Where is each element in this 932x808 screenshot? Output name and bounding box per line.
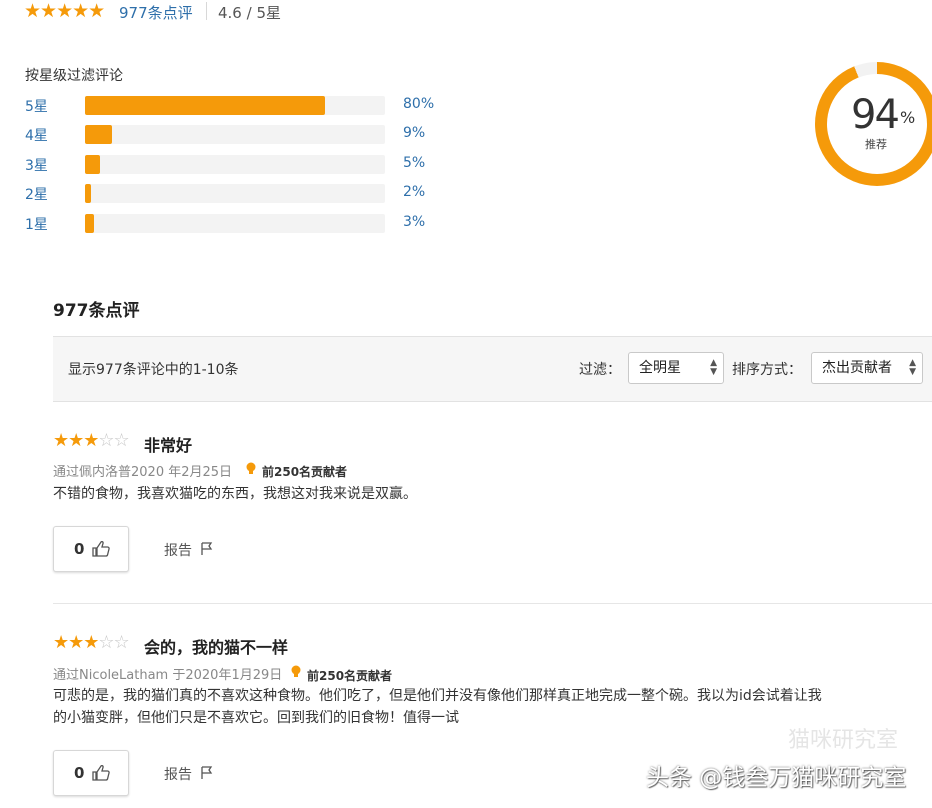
review-stars: ★★★☆☆ xyxy=(53,632,130,653)
star-filter-bar[interactable] xyxy=(85,96,385,115)
select-caret-icon: ▲ ▼ xyxy=(909,358,916,377)
review-divider xyxy=(53,603,932,604)
report-link[interactable]: 报告 xyxy=(164,764,192,784)
contributor-badge: 前250名贡献者 xyxy=(307,669,393,683)
summary-divider xyxy=(206,2,207,20)
star-filter-percent[interactable]: 2% xyxy=(403,184,425,200)
star-filter-percent[interactable]: 9% xyxy=(403,125,425,141)
review-meta: 通过佩内洛普2020 年2月25日 xyxy=(53,465,233,480)
star-filter-bar-fill xyxy=(85,96,325,115)
reviews-title: 977条点评 xyxy=(53,301,140,321)
reviews-toolbar: 显示977条评论中的1-10条 过滤： 全明星 ▲ ▼ 排序方式： 杰出贡献者 ▲… xyxy=(53,336,932,402)
contributor-badge: 前250名贡献者 xyxy=(262,465,348,479)
helpful-button[interactable]: 0 xyxy=(53,750,129,796)
star-filter-bar[interactable] xyxy=(85,214,385,233)
star-filter-bar[interactable] xyxy=(85,155,385,174)
review-meta: 通过NicoleLatham 于2020年1月29日 xyxy=(53,668,283,683)
flag-icon[interactable] xyxy=(201,542,213,556)
star-filter-bar[interactable] xyxy=(85,184,385,203)
star-filter-bar-fill xyxy=(85,184,91,203)
showing-text: 显示977条评论中的1-10条 xyxy=(68,362,239,378)
review-title: 非常好 xyxy=(144,436,193,455)
review-title: 会的，我的猫不一样 xyxy=(144,638,289,657)
summary-stars: ★★★★★ xyxy=(24,0,105,22)
watermark-faint: 猫咪研究室 xyxy=(788,728,899,753)
recommend-unit: % xyxy=(900,108,916,127)
rating-text: 4.6 / 5星 xyxy=(218,4,281,22)
flag-icon[interactable] xyxy=(201,766,213,780)
sort-select[interactable]: 杰出贡献者 ▲ ▼ xyxy=(811,352,923,384)
badge-bulb-icon xyxy=(246,462,256,474)
star-filter-label[interactable]: 3星 xyxy=(25,155,48,175)
review-count-link[interactable]: 977条点评 xyxy=(119,2,193,23)
review-stars: ★★★☆☆ xyxy=(53,430,130,451)
sort-select-value: 杰出贡献者 xyxy=(822,360,892,376)
star-filter-label[interactable]: 2星 xyxy=(25,184,48,204)
star-filter-bar[interactable] xyxy=(85,125,385,144)
helpful-count: 0 xyxy=(74,764,85,782)
star-filter-percent[interactable]: 80% xyxy=(403,96,434,112)
recommend-value: 94 xyxy=(851,92,900,138)
recommend-label: 推荐 xyxy=(865,138,887,151)
star-filter-label[interactable]: 4星 xyxy=(25,125,48,145)
thumbs-up-icon xyxy=(92,765,110,781)
sort-label: 排序方式： xyxy=(732,362,802,378)
recommend-ring: 94 % 推荐 xyxy=(815,62,932,186)
helpful-count: 0 xyxy=(74,540,85,558)
select-caret-icon: ▲ ▼ xyxy=(710,358,717,377)
star-filter-bar-fill xyxy=(85,214,94,233)
star-filter-bar-fill xyxy=(85,125,112,144)
thumbs-up-icon xyxy=(92,541,110,557)
badge-bulb-icon xyxy=(291,665,301,677)
filter-by-star-title: 按星级过滤评论 xyxy=(25,68,123,84)
filter-select[interactable]: 全明星 ▲ ▼ xyxy=(628,352,724,384)
star-filter-label[interactable]: 1星 xyxy=(25,214,48,234)
star-filter-percent[interactable]: 3% xyxy=(403,214,425,230)
watermark: 头条 @钱叁万猫咪研究室 xyxy=(646,765,907,791)
review-body-line-1: 可悲的是，我的猫们真的不喜欢这种食物。他们吃了，但是他们并没有像他们那样真正地完… xyxy=(53,688,822,704)
filter-select-value: 全明星 xyxy=(639,360,681,376)
star-filter-percent[interactable]: 5% xyxy=(403,155,425,171)
report-link[interactable]: 报告 xyxy=(164,540,192,560)
review-body: 不错的食物，我喜欢猫吃的东西，我想这对我来说是双赢。 xyxy=(53,486,417,502)
star-filter-bar-fill xyxy=(85,155,100,174)
star-filter-label[interactable]: 5星 xyxy=(25,96,48,116)
filter-label: 过滤： xyxy=(579,362,621,378)
review-body-line-2: 的小猫变胖，但他们只是不喜欢它。回到我们的旧食物！值得一试 xyxy=(53,710,459,726)
helpful-button[interactable]: 0 xyxy=(53,526,129,572)
